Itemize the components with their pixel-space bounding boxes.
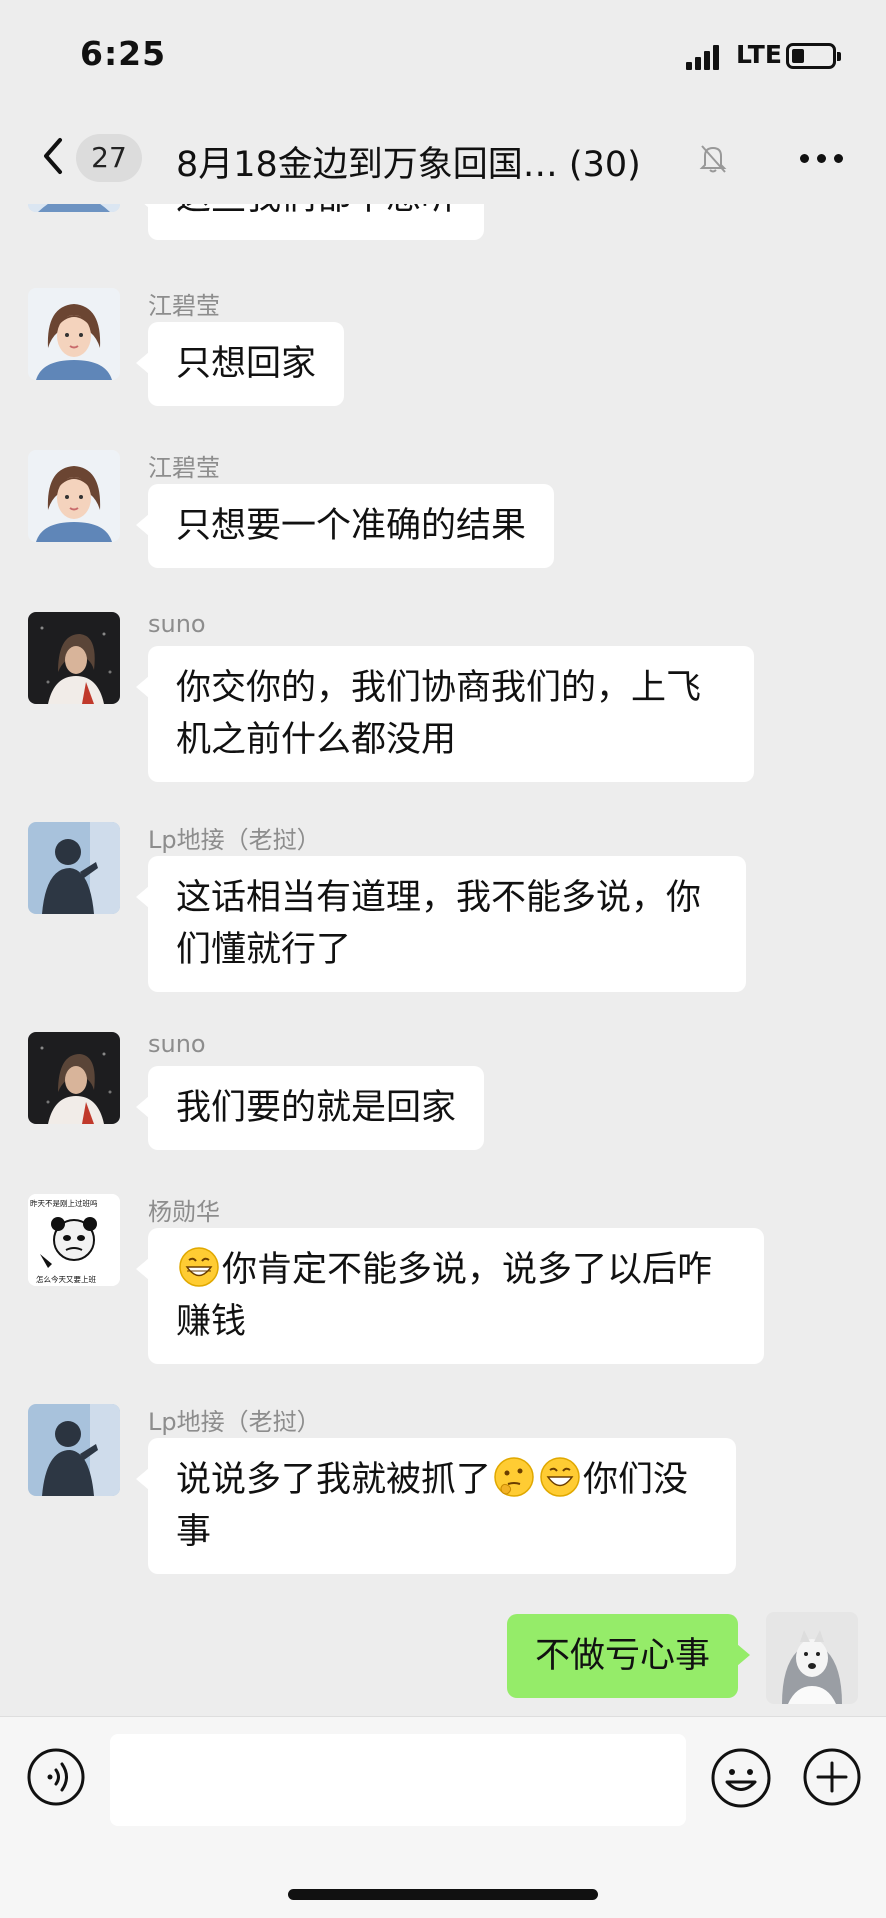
status-bar: 6:25 LTE bbox=[0, 0, 886, 110]
thinking-face-icon bbox=[494, 1457, 534, 1497]
avatar[interactable] bbox=[28, 822, 120, 914]
message-text: 你肯定不能多说，说多了以后咋赚钱 bbox=[176, 1250, 713, 1342]
sender-name: suno bbox=[148, 1030, 206, 1058]
message-bubble[interactable]: 不做亏心事 bbox=[506, 1614, 751, 1698]
avatar[interactable] bbox=[766, 1612, 858, 1704]
message-bubble[interactable]: 你肯定不能多说，说多了以后咋赚钱 bbox=[136, 1228, 764, 1364]
plus-circle-icon[interactable] bbox=[802, 1747, 862, 1807]
more-dots-icon[interactable] bbox=[800, 154, 844, 164]
input-bar bbox=[0, 1716, 886, 1918]
battery-icon bbox=[786, 43, 841, 69]
message-bubble[interactable]: 这话相当有道理，我不能多说，你们懂就行了 bbox=[136, 856, 746, 992]
message-input[interactable] bbox=[110, 1734, 686, 1826]
avatar[interactable] bbox=[28, 288, 120, 380]
chat-title: 8月18金边到万象回国… (30) bbox=[176, 145, 641, 185]
avatar[interactable] bbox=[28, 1404, 120, 1496]
avatar[interactable] bbox=[28, 1032, 120, 1124]
message-bubble[interactable]: 只想回家 bbox=[135, 322, 345, 406]
grinning-face-icon bbox=[540, 1457, 580, 1497]
avatar[interactable] bbox=[28, 450, 120, 542]
unread-badge[interactable]: 27 bbox=[76, 134, 142, 182]
message-list[interactable]: 这些我们都不想听 江碧莹 只想回家 bbox=[0, 204, 886, 1714]
sender-name: 江碧莹 bbox=[148, 454, 220, 482]
status-time: 6:25 bbox=[80, 34, 167, 73]
meme-bottom-text: 怎么今天又要上班 bbox=[36, 1274, 96, 1284]
bell-muted-icon bbox=[699, 145, 727, 173]
sender-name: Lp地接（老挝） bbox=[148, 826, 321, 854]
home-indicator bbox=[288, 1889, 598, 1900]
meme-avatar[interactable]: 昨天不是刚上过班吗 怎么今天又要上班 bbox=[28, 1194, 120, 1286]
message-bubble[interactable]: 这些我们都不想听 bbox=[135, 204, 485, 240]
chevron-left-icon[interactable] bbox=[38, 136, 68, 176]
avatar[interactable] bbox=[28, 204, 120, 212]
meme-top-text: 昨天不是刚上过班吗 bbox=[30, 1198, 98, 1208]
message-bubble[interactable]: 我们要的就是回家 bbox=[135, 1066, 485, 1150]
sender-name: suno bbox=[148, 610, 206, 638]
sender-name: 杨勋华 bbox=[148, 1198, 220, 1226]
smiley-icon[interactable] bbox=[710, 1747, 772, 1809]
grinning-face-icon bbox=[179, 1247, 219, 1287]
message-bubble[interactable]: 你交你的，我们协商我们的，上飞机之前什么都没用 bbox=[136, 646, 754, 782]
message-text: 说说多了我就被抓了 bbox=[176, 1460, 492, 1500]
network-label: LTE bbox=[736, 40, 782, 69]
message-bubble[interactable]: 只想要一个准确的结果 bbox=[135, 484, 555, 568]
message-bubble[interactable]: 说说多了我就被抓了 你们没事 bbox=[136, 1438, 736, 1574]
voice-icon[interactable] bbox=[26, 1747, 86, 1807]
avatar[interactable] bbox=[28, 612, 120, 704]
signal-icon bbox=[686, 44, 726, 70]
chat-header: 27 8月18金边到万象回国… (30) bbox=[0, 110, 886, 204]
sender-name: 江碧莹 bbox=[148, 292, 220, 320]
sender-name: Lp地接（老挝） bbox=[148, 1408, 321, 1436]
